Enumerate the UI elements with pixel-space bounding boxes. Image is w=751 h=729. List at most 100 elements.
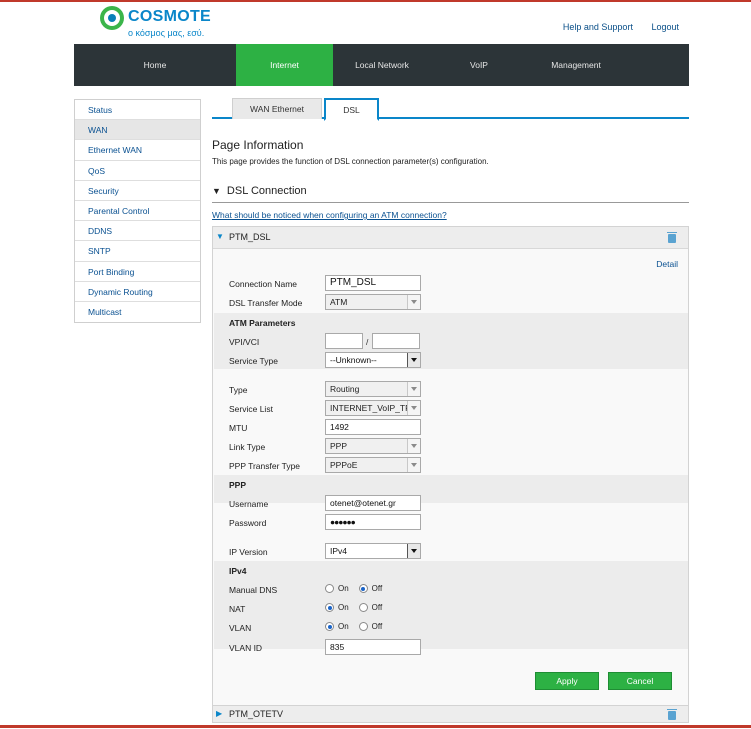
username-input[interactable]: otenet@otenet.gr xyxy=(325,495,421,511)
nav-voip[interactable]: VoIP xyxy=(431,44,527,86)
cancel-button[interactable]: Cancel xyxy=(608,672,672,690)
type-select[interactable]: Routing xyxy=(325,381,421,397)
connection-name-label: Connection Name xyxy=(229,279,298,289)
sidebar-item-port-binding[interactable]: Port Binding xyxy=(75,262,200,282)
ipv4-heading: IPv4 xyxy=(229,566,247,576)
manual-dns-off-label: Off xyxy=(371,584,383,593)
logout-link[interactable]: Logout xyxy=(651,22,679,32)
chevron-down-icon xyxy=(407,295,420,309)
nat-off-radio[interactable] xyxy=(358,603,368,612)
vlan-on-label: On xyxy=(338,622,349,631)
ppp-transfer-select[interactable]: PPPoE xyxy=(325,457,421,473)
tab-wan-ethernet[interactable]: WAN Ethernet xyxy=(232,98,322,119)
sidebar-item-ddns[interactable]: DDNS xyxy=(75,221,200,242)
service-type-label: Service Type xyxy=(229,356,278,366)
ppp-heading: PPP xyxy=(229,480,247,490)
connection-panel-header[interactable]: ▼ PTM_DSL xyxy=(213,227,688,249)
tab-bar: WAN Ethernet DSL xyxy=(212,98,689,121)
expanded-arrow-icon: ▼ xyxy=(216,232,224,241)
chevron-down-icon xyxy=(407,382,420,396)
ppp-transfer-label: PPP Transfer Type xyxy=(229,461,301,471)
type-label: Type xyxy=(229,385,248,395)
manual-dns-off-radio[interactable] xyxy=(358,584,368,593)
service-type-select[interactable]: --Unknown-- xyxy=(325,352,421,368)
vpi-input[interactable] xyxy=(325,333,363,349)
vlan-on-radio[interactable] xyxy=(325,622,334,631)
nat-radio-group: On Off xyxy=(325,603,392,612)
section-header[interactable]: ▼ DSL Connection xyxy=(212,185,307,197)
vlan-off-label: Off xyxy=(371,622,383,631)
sidebar-item-wan[interactable]: WAN xyxy=(75,120,200,141)
bottom-frame-line xyxy=(0,725,751,728)
sidebar-item-parental-control[interactable]: Parental Control xyxy=(75,201,200,222)
page-title: Page Information xyxy=(212,138,304,152)
link-type-value: PPP xyxy=(330,441,348,451)
sidebar-item-multicast[interactable]: Multicast xyxy=(75,302,200,322)
link-type-label: Link Type xyxy=(229,442,266,452)
manual-dns-radio-group: On Off xyxy=(325,584,392,593)
apply-button[interactable]: Apply xyxy=(535,672,599,690)
password-input[interactable]: ●●●●●● xyxy=(325,514,421,530)
vlan-off-radio[interactable] xyxy=(358,622,368,631)
connection-panel-collapsed[interactable]: ▶ PTM_OTETV xyxy=(212,705,689,723)
chevron-down-icon xyxy=(407,458,420,472)
main-nav: Home Internet Local Network VoIP Managem… xyxy=(74,44,689,86)
top-frame-line xyxy=(0,0,751,2)
page-description: This page provides the function of DSL c… xyxy=(212,157,489,166)
sidebar-item-status[interactable]: Status xyxy=(75,100,200,121)
trash-icon[interactable] xyxy=(667,232,677,243)
collapsed-arrow-icon: ▶ xyxy=(216,709,223,718)
ip-version-select[interactable]: IPv4 xyxy=(325,543,421,559)
service-list-select[interactable]: INTERNET_VoIP_TR069 xyxy=(325,400,421,416)
service-list-label: Service List xyxy=(229,404,273,414)
sidebar: Status WAN Ethernet WAN QoS Security Par… xyxy=(74,99,201,324)
nav-internet[interactable]: Internet xyxy=(236,44,333,86)
transfer-mode-select[interactable]: ATM xyxy=(325,294,421,310)
transfer-mode-value: ATM xyxy=(330,297,348,307)
vpi-vci-separator: / xyxy=(366,337,369,347)
help-support-link[interactable]: Help and Support xyxy=(563,22,633,32)
tab-dsl[interactable]: DSL xyxy=(324,98,379,121)
ppp-band xyxy=(214,475,688,503)
mtu-label: MTU xyxy=(229,423,248,433)
nat-label: NAT xyxy=(229,604,246,614)
sidebar-item-ethernet-wan[interactable]: Ethernet WAN xyxy=(75,140,200,161)
sidebar-item-qos[interactable]: QoS xyxy=(75,161,200,181)
vci-input[interactable] xyxy=(372,333,420,349)
mtu-input[interactable]: 1492 xyxy=(325,419,421,435)
nat-on-radio[interactable] xyxy=(325,603,334,612)
chevron-down-icon xyxy=(407,353,420,367)
manual-dns-label: Manual DNS xyxy=(229,585,278,595)
atm-help-link[interactable]: What should be noticed when configuring … xyxy=(212,210,447,220)
vlan-id-input[interactable]: 835 xyxy=(325,639,421,655)
ipv4-band xyxy=(214,561,688,649)
nav-management[interactable]: Management xyxy=(527,44,625,86)
nat-on-label: On xyxy=(338,603,349,612)
manual-dns-on-radio[interactable] xyxy=(325,584,334,593)
manual-dns-on-label: On xyxy=(338,584,349,593)
brand-tagline: ο κόσμος μας, εσύ. xyxy=(128,28,205,38)
nav-local-network[interactable]: Local Network xyxy=(333,44,431,86)
trash-icon[interactable] xyxy=(667,709,677,720)
nav-home[interactable]: Home xyxy=(74,44,236,86)
vlan-label: VLAN xyxy=(229,623,252,633)
ip-version-label: IP Version xyxy=(229,547,268,557)
service-type-value: --Unknown-- xyxy=(330,355,377,365)
nat-off-label: Off xyxy=(371,603,383,612)
atm-params-heading: ATM Parameters xyxy=(229,318,296,328)
sidebar-item-sntp[interactable]: SNTP xyxy=(75,241,200,262)
chevron-down-icon xyxy=(407,439,420,453)
password-label: Password xyxy=(229,518,267,528)
collapse-triangle-icon: ▼ xyxy=(212,186,221,196)
section-title: DSL Connection xyxy=(226,185,307,197)
connection-panel: ▼ PTM_DSL Detail Connection Name PTM_DSL… xyxy=(212,226,689,722)
brand-name: COSMOTE xyxy=(128,8,211,25)
sidebar-item-dynamic-routing[interactable]: Dynamic Routing xyxy=(75,282,200,302)
ppp-transfer-value: PPPoE xyxy=(330,460,358,470)
sidebar-item-security[interactable]: Security xyxy=(75,181,200,201)
vpi-vci-label: VPI/VCI xyxy=(229,337,260,347)
detail-link[interactable]: Detail xyxy=(656,259,678,269)
type-value: Routing xyxy=(330,384,360,394)
link-type-select[interactable]: PPP xyxy=(325,438,421,454)
connection-name-input[interactable]: PTM_DSL xyxy=(325,275,421,291)
